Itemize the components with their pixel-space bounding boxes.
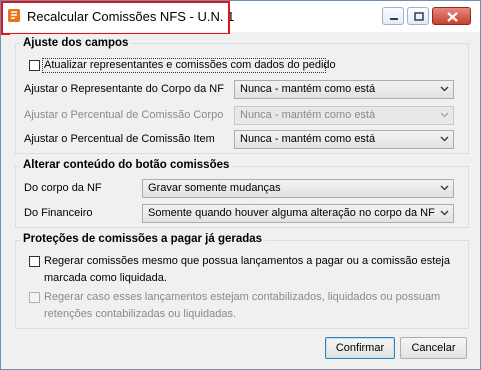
representante-select[interactable]: Nunca - mantém como está	[234, 80, 454, 99]
representante-value: Nunca - mantém como está	[240, 83, 376, 95]
group-title-protecoes: Proteções de comissões a pagar já gerada…	[20, 233, 266, 245]
financeiro-select[interactable]: Somente quando houver alguma alteração n…	[142, 204, 454, 223]
atualizar-checkbox[interactable]	[29, 60, 40, 71]
percentual-corpo-label: Ajustar o Percentual de Comissão Corpo	[24, 109, 224, 121]
regerar-label-line2[interactable]: marcada como liquidada.	[44, 272, 167, 284]
financeiro-value: Somente quando houver alguma alteração n…	[148, 207, 435, 219]
title-bar[interactable]: Recalcular Comissões NFS - U.N. 1	[1, 1, 480, 35]
regerar-caso-label-line2: retenções contabilizadas ou liquidadas.	[44, 308, 237, 320]
chevron-down-icon	[440, 112, 449, 118]
percentual-corpo-select[interactable]: Nunca - mantém como está	[234, 106, 454, 125]
percentual-item-select[interactable]: Nunca - mantém como está	[234, 130, 454, 149]
group-title-alterar: Alterar conteúdo do botão comissões	[20, 159, 233, 171]
chevron-down-icon	[440, 210, 449, 216]
representante-label: Ajustar o Representante do Corpo da NF	[24, 83, 224, 95]
corpo-nf-select[interactable]: Gravar somente mudanças	[142, 179, 454, 198]
corpo-nf-label: Do corpo da NF	[24, 182, 102, 194]
confirmar-button[interactable]: Confirmar	[325, 337, 395, 359]
regerar-caso-label-line1: Regerar caso esses lançamentos estejam c…	[44, 291, 441, 303]
percentual-item-label: Ajustar o Percentual de Comissão Item	[24, 133, 215, 145]
close-button[interactable]	[432, 7, 471, 25]
dialog-window: Recalcular Comissões NFS - U.N. 1 Ajuste…	[0, 0, 481, 370]
minimize-button[interactable]	[382, 7, 404, 25]
title-highlight-box	[1, 1, 230, 35]
percentual-corpo-value: Nunca - mantém como está	[240, 109, 376, 121]
chevron-down-icon	[440, 185, 449, 191]
maximize-button[interactable]	[407, 7, 429, 25]
corpo-nf-value: Gravar somente mudanças	[148, 182, 281, 194]
dialog-content: Ajuste dos campos Atualizar representant…	[10, 34, 473, 364]
financeiro-label: Do Financeiro	[24, 207, 93, 219]
regerar-caso-checkbox[interactable]	[29, 292, 40, 303]
atualizar-label[interactable]: Atualizar representantes e comissões com…	[44, 59, 336, 71]
chevron-down-icon	[440, 136, 449, 142]
percentual-item-value: Nunca - mantém como está	[240, 133, 376, 145]
group-title-ajuste: Ajuste dos campos	[20, 37, 132, 49]
regerar-checkbox[interactable]	[29, 256, 40, 267]
regerar-label-line1[interactable]: Regerar comissões mesmo que possua lança…	[44, 255, 450, 267]
cancelar-button[interactable]: Cancelar	[400, 337, 467, 359]
chevron-down-icon	[440, 86, 449, 92]
